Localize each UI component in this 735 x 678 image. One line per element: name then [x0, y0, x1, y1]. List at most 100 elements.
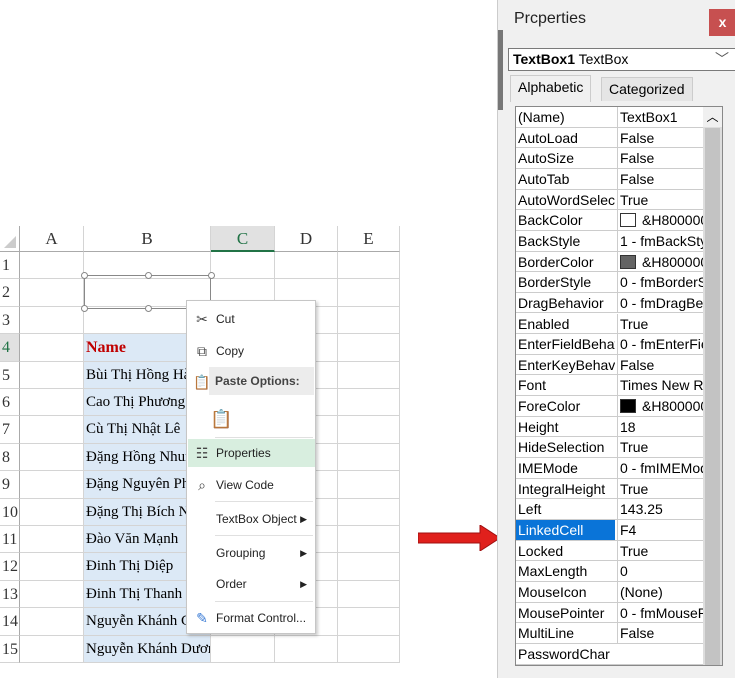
paste-button[interactable]: 📋 [188, 401, 315, 437]
property-value[interactable]: False [617, 127, 705, 148]
cell-D15[interactable] [275, 635, 338, 663]
cell-E3[interactable] [338, 306, 400, 335]
property-row-backstyle[interactable]: BackStyle 1 - fmBackStyleOpaque [516, 230, 705, 252]
column-header-E[interactable]: E [338, 226, 400, 252]
cell-A9[interactable] [20, 471, 84, 499]
row-header-6[interactable]: 6 [0, 389, 20, 417]
resize-handle[interactable] [81, 305, 88, 312]
property-row-borderstyle[interactable]: BorderStyle 0 - fmBorderStyleNone [516, 272, 705, 293]
property-value[interactable]: 0 - fmIMEModeNoControl [617, 458, 705, 479]
property-row-multiline[interactable]: MultiLine False [516, 623, 705, 644]
row-header-10[interactable]: 10 [0, 498, 20, 526]
cell-A4[interactable] [20, 334, 84, 362]
property-value[interactable]: 0 - fmDragBehaviorDisabled [617, 292, 705, 313]
cell-E9[interactable] [338, 471, 400, 499]
column-header-D[interactable]: D [275, 226, 338, 252]
scrollbar-thumb[interactable] [705, 128, 720, 665]
property-value[interactable]: 0 - fmEnterFieldBehaviorSelectAll [617, 334, 705, 355]
column-header-A[interactable]: A [20, 226, 84, 252]
property-row-forecolor[interactable]: ForeColor&H80000008& [516, 396, 705, 417]
property-row-backcolor[interactable]: BackColor&H80000005& [516, 210, 705, 231]
cell-A1[interactable] [20, 252, 84, 280]
property-value[interactable]: Times New Roman [617, 375, 705, 396]
cell-A14[interactable] [20, 608, 84, 636]
row-header-2[interactable]: 2 [0, 279, 20, 307]
row-header-1[interactable]: 1 [0, 252, 20, 280]
close-button[interactable]: x [709, 9, 735, 36]
property-value[interactable]: &H80000006& [617, 251, 705, 272]
cell-E8[interactable] [338, 443, 400, 472]
property-value[interactable]: 0 - fmBorderStyleNone [617, 272, 705, 293]
property-row-height[interactable]: Height 18 [516, 416, 705, 438]
property-value[interactable]: &H80000008& [617, 396, 705, 417]
cell-E10[interactable] [338, 498, 400, 526]
property-value[interactable]: False [617, 148, 705, 169]
cell-C15[interactable] [211, 635, 275, 663]
column-header-B[interactable]: B [84, 226, 211, 252]
property-row-mousepointer[interactable]: MousePointer 0 - fmMousePointerDefault [516, 602, 705, 624]
property-row-hideselection[interactable]: HideSelection True [516, 437, 705, 459]
row-header-14[interactable]: 14 [0, 608, 20, 636]
property-row-locked[interactable]: Locked True [516, 540, 705, 562]
cell-E11[interactable] [338, 526, 400, 554]
property-row-linkedcell[interactable]: LinkedCell F4 [516, 520, 705, 541]
property-row-mouseicon[interactable]: MouseIcon (None) [516, 581, 705, 603]
select-all-corner[interactable] [0, 226, 20, 252]
column-header-C[interactable]: C [211, 226, 275, 252]
row-header-4[interactable]: 4 [0, 334, 20, 362]
property-row-passwordchar[interactable]: PasswordChar [516, 644, 705, 665]
cell-C1[interactable] [211, 252, 275, 280]
property-value[interactable]: True [617, 437, 705, 458]
property-value[interactable]: TextBox1 [617, 107, 705, 127]
row-header-11[interactable]: 11 [0, 526, 20, 554]
cell-A15[interactable] [20, 635, 84, 663]
property-row-dragbehavior[interactable]: DragBehavior 0 - fmDragBehaviorDisabled [516, 292, 705, 314]
cell-E14[interactable] [338, 608, 400, 636]
property-row-autosize[interactable]: AutoSize False [516, 148, 705, 169]
cell-A3[interactable] [20, 306, 84, 335]
property-value[interactable]: False [617, 168, 705, 189]
row-header-3[interactable]: 3 [0, 306, 20, 335]
menu-item-order[interactable]: Order ▶ [188, 570, 315, 598]
cell-A2[interactable] [20, 279, 84, 307]
cell-A8[interactable] [20, 443, 84, 472]
cell-A13[interactable] [20, 580, 84, 609]
row-header-8[interactable]: 8 [0, 443, 20, 472]
property-value[interactable]: False [617, 623, 705, 644]
property-value[interactable]: (None) [617, 581, 705, 602]
resize-handle[interactable] [145, 305, 152, 312]
menu-item-view-code[interactable]: ⌕ View Code [188, 471, 315, 499]
property-row-font[interactable]: Font Times New Roman [516, 375, 705, 397]
property-value[interactable]: 0 [617, 561, 705, 582]
property-row-enterfieldbehavior[interactable]: EnterFieldBehavior 0 - fmEnterFieldBehavi… [516, 334, 705, 355]
menu-item-copy[interactable]: ⧉ Copy [188, 337, 315, 365]
property-row-autotab[interactable]: AutoTab False [516, 168, 705, 190]
row-header-15[interactable]: 15 [0, 635, 20, 663]
property-row-integralheight[interactable]: IntegralHeight True [516, 478, 705, 500]
property-row-autowordselect[interactable]: AutoWordSelect True [516, 189, 705, 211]
row-header-9[interactable]: 9 [0, 471, 20, 499]
menu-item-textbox-object[interactable]: TextBox Object ▶ [188, 505, 315, 533]
cell-D1[interactable] [275, 252, 338, 280]
cell-A10[interactable] [20, 498, 84, 526]
row-header-5[interactable]: 5 [0, 361, 20, 389]
cell-E1[interactable] [338, 252, 400, 280]
property-row-autoload[interactable]: AutoLoad False [516, 127, 705, 149]
row-header-12[interactable]: 12 [0, 553, 20, 581]
property-value[interactable]: True [617, 189, 705, 210]
menu-item-properties[interactable]: ☷ Properties [188, 439, 315, 467]
resize-handle[interactable] [81, 272, 88, 279]
property-value[interactable]: True [617, 540, 705, 561]
scroll-up-icon[interactable]: ︿ [703, 107, 722, 127]
property-value[interactable]: F4 [617, 520, 705, 540]
property-row-enabled[interactable]: Enabled True [516, 313, 705, 335]
tab-categorized[interactable]: Categorized [601, 77, 693, 101]
property-row-imemode[interactable]: IMEMode 0 - fmIMEModeNoControl [516, 458, 705, 479]
property-row-enterkeybehavior[interactable]: EnterKeyBehavior False [516, 354, 705, 376]
object-selector[interactable]: TextBox1 TextBox ﹀ [508, 48, 735, 71]
property-value[interactable]: False [617, 354, 705, 375]
property-value[interactable]: True [617, 478, 705, 499]
menu-item-grouping[interactable]: Grouping ▶ [188, 539, 315, 567]
cell-E5[interactable] [338, 361, 400, 389]
cell-A12[interactable] [20, 553, 84, 581]
